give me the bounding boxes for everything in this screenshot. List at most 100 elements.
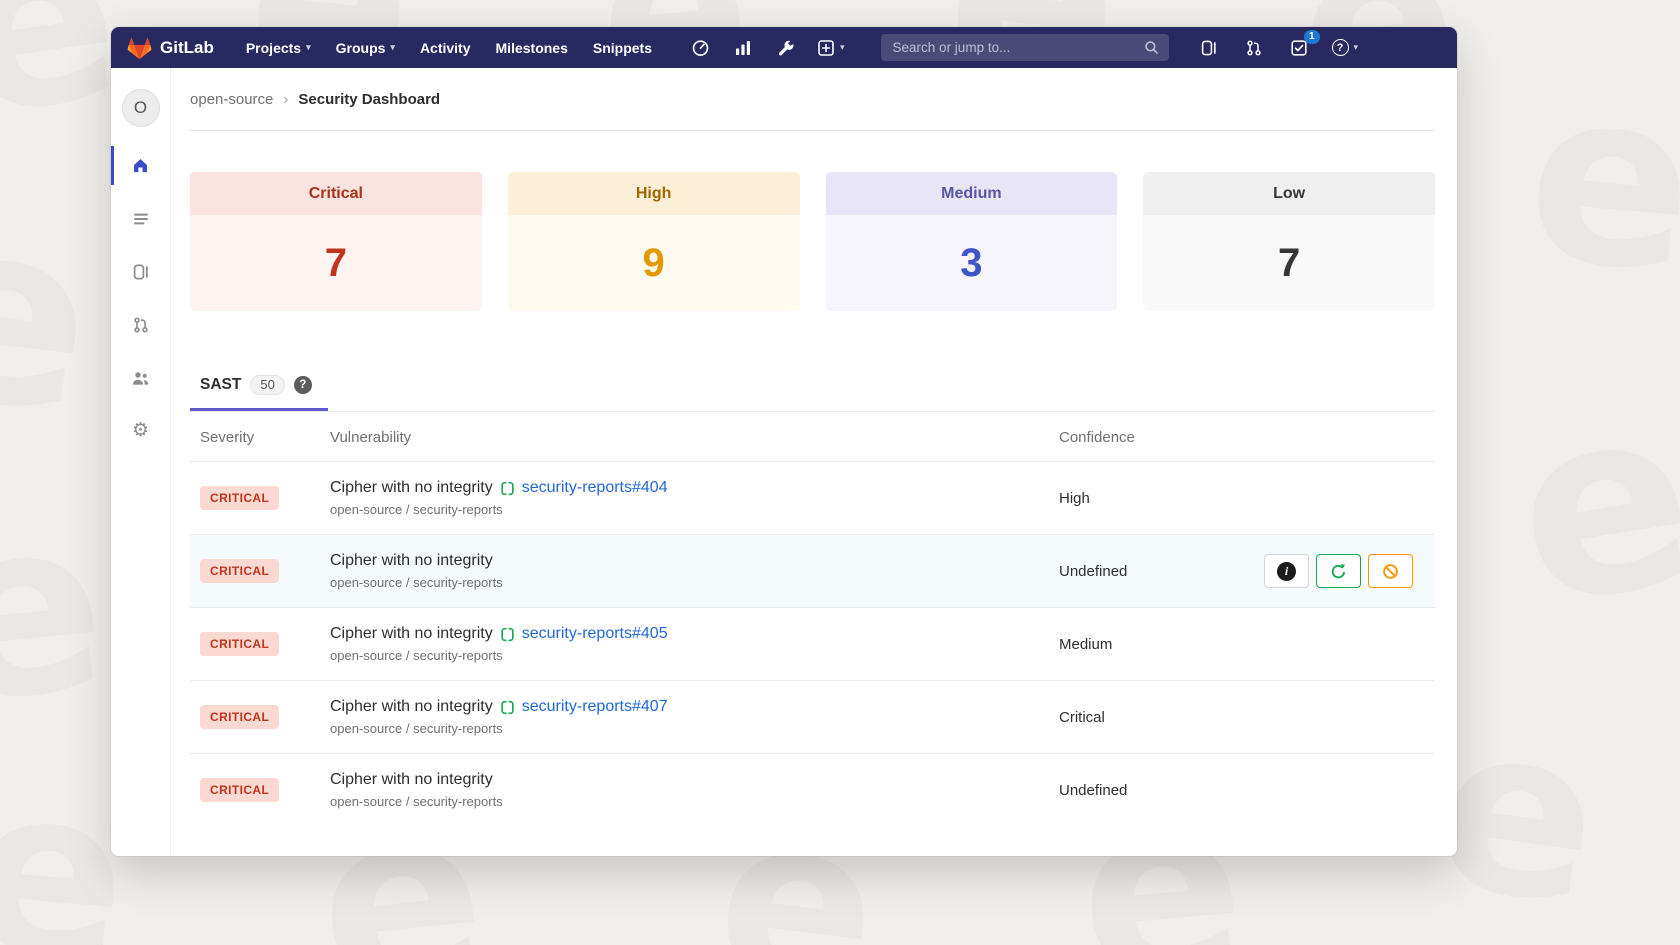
card-count: 3 (826, 215, 1118, 311)
todos-button[interactable]: 1 (1287, 36, 1311, 60)
admin-area-button[interactable] (774, 36, 798, 60)
project-avatar[interactable]: O (122, 89, 160, 127)
summary-card-high: High 9 (508, 172, 800, 311)
top-navbar: GitLab Projects ▾ Groups ▾ Activity Mile… (111, 27, 1457, 68)
main-content: open-source › Security Dashboard Critica… (171, 68, 1457, 856)
new-menu-button[interactable]: ▾ (817, 39, 845, 57)
issue-open-icon (500, 627, 515, 642)
severity-summary: Critical 7 High 9 Medium 3 Low 7 (190, 172, 1435, 311)
chevron-down-icon: ▾ (306, 42, 311, 53)
breadcrumb: open-source › Security Dashboard (190, 68, 1435, 131)
card-label: High (508, 172, 800, 215)
column-severity: Severity (200, 429, 320, 446)
menu-projects[interactable]: Projects ▾ (246, 40, 311, 56)
gauge-icon (691, 38, 710, 57)
dismiss-vulnerability-button[interactable] (1368, 554, 1413, 588)
severity-badge: CRITICAL (200, 559, 279, 583)
more-info-button[interactable]: i (1264, 554, 1309, 588)
chevron-down-icon: ▾ (840, 42, 845, 53)
vulnerability-title: Cipher with no integrity (330, 479, 493, 497)
sidebar-item-issues[interactable] (111, 245, 170, 298)
vulnerability-project: open-source / security-reports (330, 575, 1049, 590)
table-header: Severity Vulnerability Confidence (190, 412, 1435, 461)
column-vulnerability: Vulnerability (330, 429, 1049, 446)
issues-button[interactable] (1197, 36, 1221, 60)
card-label: Critical (190, 172, 482, 215)
operations-dashboard-button[interactable] (688, 36, 712, 60)
card-count: 7 (190, 215, 482, 311)
tab-sast[interactable]: SAST 50 ? (190, 365, 328, 411)
gear-icon: ⚙ (132, 421, 149, 440)
menu-snippets[interactable]: Snippets (593, 40, 652, 56)
gitlab-logo[interactable]: GitLab (127, 36, 214, 60)
vulnerability-project: open-source / security-reports (330, 794, 1049, 809)
plus-square-icon (817, 39, 835, 57)
table-row[interactable]: CRITICAL Cipher with no integrity securi… (190, 607, 1435, 680)
severity-badge: CRITICAL (200, 705, 279, 729)
issue-link[interactable]: security-reports#404 (522, 479, 668, 497)
breadcrumb-group[interactable]: open-source (190, 91, 273, 108)
analytics-button[interactable] (731, 36, 755, 60)
help-menu-button[interactable]: ? ▾ (1332, 39, 1359, 56)
report-tabs: SAST 50 ? (190, 365, 1435, 412)
search-icon (1144, 40, 1159, 55)
vulnerability-project: open-source / security-reports (330, 721, 1049, 736)
issue-open-icon (500, 700, 515, 715)
vulnerability-project: open-source / security-reports (330, 502, 1049, 517)
sidebar-item-overview[interactable] (111, 139, 170, 192)
todo-count-badge: 1 (1304, 30, 1320, 44)
issue-link[interactable]: security-reports#407 (522, 698, 668, 716)
vulnerability-table: Severity Vulnerability Confidence CRITIC… (190, 412, 1435, 826)
confidence-value: Medium (1059, 636, 1435, 653)
dismiss-icon (1382, 563, 1399, 580)
row-action-buttons: i (1264, 554, 1413, 588)
menu-groups[interactable]: Groups ▾ (336, 40, 395, 56)
navbar-icon-group: ▾ (688, 36, 845, 60)
card-label: Medium (826, 172, 1118, 215)
issue-open-icon (500, 481, 515, 496)
create-issue-icon (1330, 563, 1347, 580)
table-row[interactable]: CRITICAL Cipher with no integrity securi… (190, 680, 1435, 753)
table-row[interactable]: CRITICAL Cipher with no integrity open-s… (190, 753, 1435, 826)
vulnerability-project: open-source / security-reports (330, 648, 1049, 663)
sidebar-item-members[interactable] (111, 351, 170, 404)
sidebar-item-merge-requests[interactable] (111, 298, 170, 351)
vulnerability-title: Cipher with no integrity (330, 625, 493, 643)
issues-icon (132, 263, 150, 281)
vulnerability-title: Cipher with no integrity (330, 771, 493, 789)
severity-badge: CRITICAL (200, 486, 279, 510)
sidebar-item-settings[interactable]: ⚙ (111, 404, 170, 457)
brand-name: GitLab (160, 38, 214, 58)
help-icon[interactable]: ? (294, 376, 312, 394)
issue-link[interactable]: security-reports#405 (522, 625, 668, 643)
home-icon (131, 156, 150, 175)
global-search (881, 34, 1169, 61)
vulnerability-title: Cipher with no integrity (330, 552, 493, 570)
card-count: 7 (1143, 215, 1435, 311)
wrench-icon (777, 39, 795, 57)
merge-request-icon (132, 316, 150, 334)
card-count: 9 (508, 215, 800, 311)
table-row[interactable]: CRITICAL Cipher with no integrity open-s… (190, 534, 1435, 607)
table-row[interactable]: CRITICAL Cipher with no integrity securi… (190, 461, 1435, 534)
breadcrumb-separator-icon: › (283, 91, 288, 108)
confidence-value: High (1059, 490, 1435, 507)
menu-milestones[interactable]: Milestones (496, 40, 568, 56)
merge-requests-button[interactable] (1242, 36, 1266, 60)
project-sidebar: O (111, 68, 171, 856)
confidence-value: Undefined (1059, 782, 1435, 799)
search-input[interactable] (891, 39, 1136, 56)
list-icon (132, 210, 150, 228)
gitlab-tanuki-icon (127, 36, 152, 60)
sidebar-item-activity[interactable] (111, 192, 170, 245)
members-icon (131, 369, 150, 387)
chevron-down-icon: ▾ (1354, 42, 1359, 53)
card-label: Low (1143, 172, 1435, 215)
menu-activity[interactable]: Activity (420, 40, 471, 56)
create-issue-button[interactable] (1316, 554, 1361, 588)
summary-card-low: Low 7 (1143, 172, 1435, 311)
question-mark-icon: ? (1332, 39, 1349, 56)
chevron-down-icon: ▾ (390, 42, 395, 53)
navbar-user-icons: 1 ? ▾ (1197, 36, 1359, 60)
main-menu: Projects ▾ Groups ▾ Activity Milestones … (246, 40, 652, 56)
